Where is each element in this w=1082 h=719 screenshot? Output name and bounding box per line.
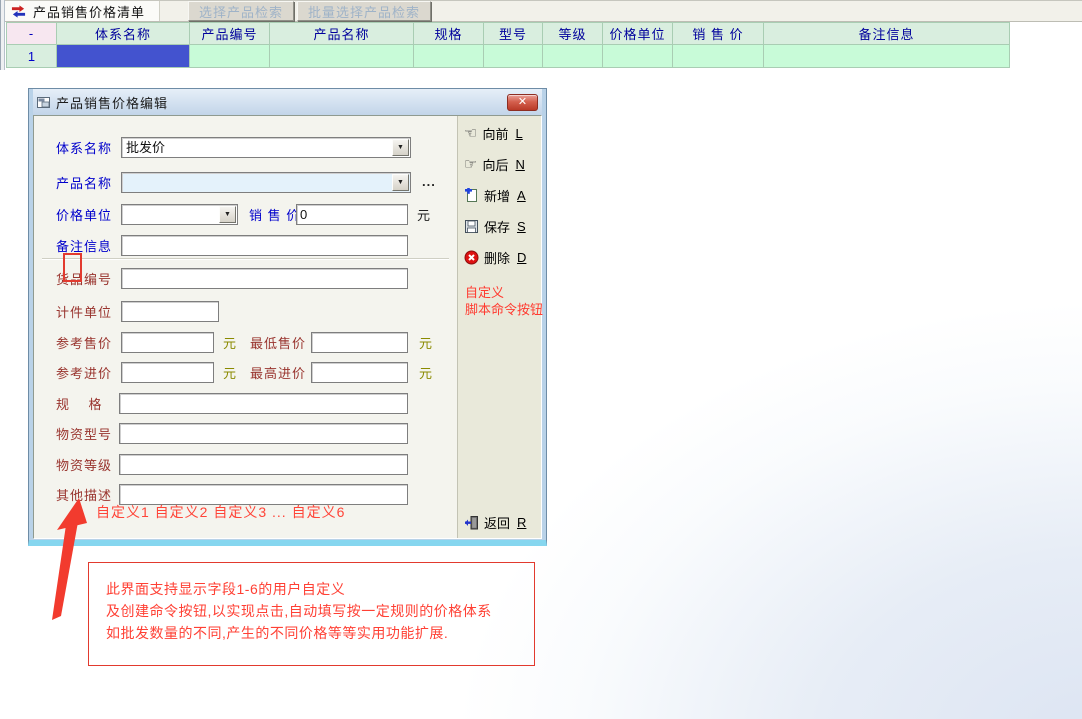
chevron-down-icon[interactable]: ▼ <box>219 206 236 223</box>
max-purchase-input[interactable] <box>311 362 408 383</box>
batch-select-product-search-button[interactable]: 批量选择产品检索 <box>297 1 431 21</box>
col-header-model: 型号 <box>484 23 543 45</box>
edit-price-dialog: 产品销售价格编辑 ✕ 体系名称 批发价 ▼ 产品名称 ▼ ... 价格单位 ▼ <box>28 88 547 546</box>
top-tab-bar: 产品销售价格清单 选择产品检索 批量选择产品检索 <box>5 0 1082 22</box>
cell-model[interactable] <box>484 45 543 68</box>
spec-label: 规 格 <box>56 394 102 415</box>
dialog-form: 体系名称 批发价 ▼ 产品名称 ▼ ... 价格单位 ▼ 销 售 价 元 备注信… <box>34 116 457 538</box>
cell-spec[interactable] <box>414 45 484 68</box>
grid-header-row: - 体系名称 产品编号 产品名称 规格 型号 等级 价格单位 销 售 价 备注信… <box>7 23 1010 45</box>
delete-button[interactable]: 删除D <box>464 247 526 267</box>
new-page-icon <box>464 188 479 203</box>
product-name-combobox[interactable]: ▼ <box>121 172 411 193</box>
col-header-product-name: 产品名称 <box>270 23 414 45</box>
selected-cell-system-name[interactable] <box>57 45 190 68</box>
ref-sale-label: 参考售价 <box>56 333 112 354</box>
ref-sale-unit: 元 <box>223 333 236 354</box>
red-arrow-annotation <box>42 494 104 624</box>
cell-price-unit[interactable] <box>603 45 673 68</box>
price-unit-combobox[interactable]: ▼ <box>121 204 238 225</box>
sale-price-unit: 元 <box>417 205 430 226</box>
hand-right-icon: ☞ <box>464 157 477 172</box>
select-product-search-button[interactable]: 选择产品检索 <box>188 1 294 21</box>
close-icon[interactable]: ✕ <box>507 94 538 111</box>
material-model-input[interactable] <box>119 423 408 444</box>
chevron-down-icon[interactable]: ▼ <box>392 139 409 156</box>
col-header-system-name: 体系名称 <box>57 23 190 45</box>
dialog-client-area: 体系名称 批发价 ▼ 产品名称 ▼ ... 价格单位 ▼ 销 售 价 元 备注信… <box>33 115 542 539</box>
dialog-title: 产品销售价格编辑 <box>56 93 501 112</box>
save-button[interactable]: 保存S <box>464 216 526 236</box>
dialog-titlebar[interactable]: 产品销售价格编辑 ✕ <box>33 89 542 115</box>
piece-unit-input[interactable] <box>121 301 219 322</box>
min-sale-input[interactable] <box>311 332 408 353</box>
note-line-2: 及创建命令按钮,以实现点击,自动填写按一定规则的价格体系 <box>106 600 534 622</box>
forward-button[interactable]: ☜ 向前L <box>464 123 523 143</box>
backward-button[interactable]: ☞ 向后N <box>464 154 525 174</box>
note-line-1: 此界面支持显示字段1-6的用户自定义 <box>106 578 534 600</box>
ref-purchase-label: 参考进价 <box>56 363 112 384</box>
table-row: 1 <box>7 45 1010 68</box>
panel-note-line2: 脚本命令按钮 <box>465 301 543 318</box>
sale-price-label: 销 售 价 <box>249 205 300 226</box>
cell-product-no[interactable] <box>190 45 270 68</box>
floppy-disk-icon <box>464 219 479 234</box>
cell-product-name[interactable] <box>270 45 414 68</box>
exit-door-icon <box>464 515 479 530</box>
piece-unit-label: 计件单位 <box>56 302 112 323</box>
delete-circle-icon <box>464 250 479 265</box>
material-model-label: 物资型号 <box>56 424 112 445</box>
material-grade-input[interactable] <box>119 454 408 475</box>
panel-note-line1: 自定义 <box>465 284 504 301</box>
min-sale-unit: 元 <box>419 333 432 354</box>
chevron-down-icon[interactable]: ▼ <box>392 174 409 191</box>
material-grade-label: 物资等级 <box>56 455 112 476</box>
price-unit-label: 价格单位 <box>56 205 112 226</box>
col-header-sale-price: 销 售 价 <box>673 23 764 45</box>
col-header-grade: 等级 <box>543 23 603 45</box>
sale-price-input[interactable] <box>296 204 408 225</box>
cell-grade[interactable] <box>543 45 603 68</box>
custom-fields-note: 自定义1 自定义2 自定义3 ... 自定义6 <box>96 502 345 522</box>
col-header-product-no: 产品编号 <box>190 23 270 45</box>
system-name-label: 体系名称 <box>56 138 112 159</box>
col-header-remark: 备注信息 <box>764 23 1010 45</box>
red-highlight-rectangle <box>63 253 82 282</box>
ref-sale-input[interactable] <box>121 332 214 353</box>
system-name-combobox[interactable]: 批发价 ▼ <box>121 137 411 158</box>
window-icon <box>37 97 50 108</box>
row-number-cell[interactable]: 1 <box>7 45 57 68</box>
remark-input[interactable] <box>121 235 408 256</box>
cell-sale-price[interactable] <box>673 45 764 68</box>
col-header-spec: 规格 <box>414 23 484 45</box>
section-divider <box>42 258 449 260</box>
col-header-price-unit: 价格单位 <box>603 23 673 45</box>
cell-remark[interactable] <box>764 45 1010 68</box>
max-purchase-label: 最高进价 <box>250 363 306 384</box>
goods-no-input[interactable] <box>121 268 408 289</box>
ref-purchase-unit: 元 <box>223 363 236 384</box>
note-line-3: 如批发数量的不同,产生的不同价格等等实用功能扩展. <box>106 622 534 644</box>
dialog-side-panel: ☜ 向前L ☞ 向后N 新增A <box>457 116 541 538</box>
grid-corner-header: - <box>7 23 57 45</box>
add-button[interactable]: 新增A <box>464 185 526 205</box>
hand-left-icon: ☜ <box>464 126 477 141</box>
tab-price-list[interactable]: 产品销售价格清单 <box>5 1 160 21</box>
ref-purchase-input[interactable] <box>121 362 214 383</box>
spec-input[interactable] <box>119 393 408 414</box>
tab-title: 产品销售价格清单 <box>33 2 145 21</box>
product-name-label: 产品名称 <box>56 173 112 194</box>
price-list-grid: - 体系名称 产品编号 产品名称 规格 型号 等级 价格单位 销 售 价 备注信… <box>6 22 1010 68</box>
max-purchase-unit: 元 <box>419 363 432 384</box>
swap-arrows-icon <box>11 4 26 19</box>
more-button[interactable]: ... <box>422 174 436 189</box>
return-button[interactable]: 返回R <box>464 512 526 532</box>
note-box: 此界面支持显示字段1-6的用户自定义 及创建命令按钮,以实现点击,自动填写按一定… <box>88 562 535 666</box>
min-sale-label: 最低售价 <box>250 333 306 354</box>
